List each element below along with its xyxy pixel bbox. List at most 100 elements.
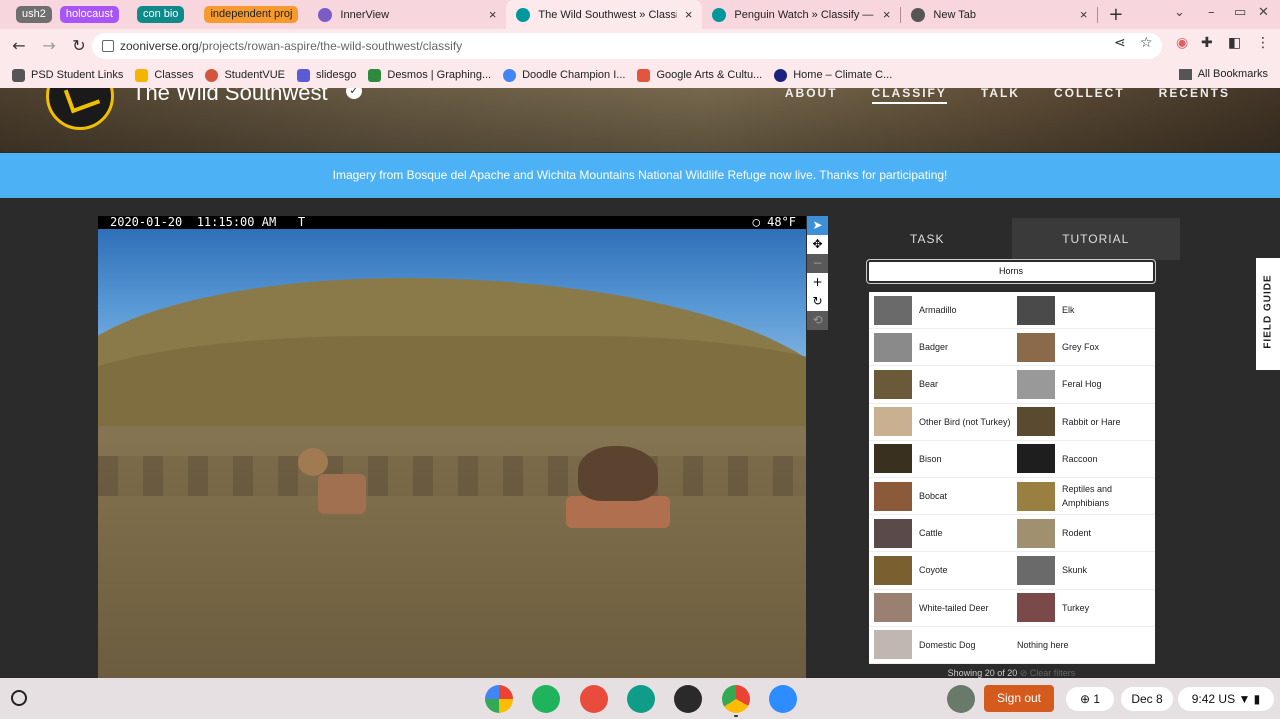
bookmark-classes[interactable]: Classes [135, 68, 193, 82]
bookmark-doodle-champion[interactable]: Doodle Champion I... [503, 68, 625, 82]
nav-recents[interactable]: RECENTS [1159, 88, 1230, 104]
choice-badger[interactable]: Badger [869, 329, 1012, 367]
tab-close-icon[interactable]: × [883, 7, 891, 22]
page-content: The Wild Southwest ✓ ABOUT CLASSIFY TALK… [0, 88, 1280, 678]
site-info-icon[interactable] [102, 40, 114, 52]
choice-raccoon[interactable]: Raccoon [1012, 441, 1155, 478]
tab-innerview[interactable]: InnerView × [308, 0, 506, 29]
tab-group-con-bio[interactable]: con bio [136, 6, 185, 23]
choice-rabbit-or-hare[interactable]: Rabbit or Hare [1012, 404, 1155, 441]
tab-title: New Tab [933, 8, 977, 21]
bookmark-slidesgo[interactable]: slidesgo [297, 68, 356, 82]
tab-close-icon[interactable]: × [1080, 7, 1088, 22]
choice-other-bird[interactable]: Other Bird (not Turkey) [869, 404, 1012, 441]
pan-tool-icon[interactable]: ✥ [807, 235, 828, 254]
choice-nothing-here[interactable]: Nothing here [1012, 627, 1155, 664]
choice-label: Grey Fox [1062, 342, 1100, 353]
browser-toolbar: ← → ↻ zooniverse.org/projects/rowan-aspi… [0, 29, 1280, 62]
choice-domestic-dog[interactable]: Domestic Dog [869, 627, 1012, 664]
choice-turkey[interactable]: Turkey [1012, 590, 1155, 627]
tab-tutorial[interactable]: TUTORIAL [1011, 218, 1180, 260]
tab-close-icon[interactable]: × [489, 7, 497, 22]
choice-skunk[interactable]: Skunk [1012, 552, 1155, 590]
url-domain: zooniverse.org [120, 39, 199, 53]
bookmark-google-arts[interactable]: Google Arts & Cultu... [637, 68, 762, 82]
bookmark-desmos[interactable]: Desmos | Graphing... [368, 68, 491, 82]
choice-thumbnail [874, 444, 912, 474]
paint-app-icon[interactable] [580, 685, 608, 713]
choice-bear[interactable]: Bear [869, 366, 1012, 404]
field-guide-tab[interactable]: FIELD GUIDE [1256, 258, 1280, 370]
choice-cattle[interactable]: Cattle [869, 515, 1012, 553]
choice-armadillo[interactable]: Armadillo [869, 292, 1012, 330]
minimize-icon[interactable]: – [1208, 5, 1215, 20]
choice-coyote[interactable]: Coyote [869, 552, 1012, 590]
filter-horns-button[interactable]: Horns [866, 259, 1156, 284]
notification-tray[interactable]: ⊕ 1 [1066, 687, 1114, 711]
pointer-tool-icon[interactable]: ➤ [807, 216, 828, 235]
reset-icon[interactable]: ⟲ [807, 311, 828, 330]
photos-app-icon[interactable] [485, 685, 513, 713]
choice-thumbnail [874, 295, 912, 325]
close-window-icon[interactable]: ✕ [1258, 5, 1269, 20]
bookmark-star-icon[interactable]: ☆ [1140, 35, 1153, 51]
nav-about[interactable]: ABOUT [785, 88, 838, 104]
tab-close-icon[interactable]: × [685, 7, 693, 22]
choice-elk[interactable]: Elk [1012, 292, 1155, 330]
tab-penguin-watch[interactable]: Penguin Watch » Classify — Zo × [702, 0, 900, 29]
classes-icon [135, 68, 149, 82]
side-panel-icon[interactable]: ◧ [1228, 35, 1241, 51]
field-guide-label: FIELD GUIDE [1262, 274, 1274, 349]
extension-icon[interactable]: ◉ [1176, 35, 1188, 51]
zoom-out-icon[interactable]: − [807, 254, 828, 273]
address-bar[interactable]: zooniverse.org/projects/rowan-aspire/the… [92, 33, 1162, 59]
menu-icon[interactable]: ⋮ [1256, 35, 1270, 51]
tab-group-holocaust[interactable]: holocaust [59, 6, 119, 23]
zoom-app-icon[interactable] [769, 685, 797, 713]
arrow-app-icon[interactable] [532, 685, 560, 713]
new-tab-icon[interactable]: + [1108, 4, 1123, 25]
choice-white-tailed-deer[interactable]: White-tailed Deer [869, 590, 1012, 627]
sign-out-button[interactable]: Sign out [984, 685, 1054, 712]
avatar[interactable] [947, 685, 975, 713]
choice-bobcat[interactable]: Bobcat [869, 478, 1012, 516]
all-bookmarks[interactable]: All Bookmarks [1178, 68, 1268, 80]
choice-grey-fox[interactable]: Grey Fox [1012, 329, 1155, 367]
classroom-app-icon[interactable] [627, 685, 655, 713]
bookmark-psd-student-links[interactable]: PSD Student Links [12, 68, 123, 82]
back-icon[interactable]: ← [6, 36, 32, 55]
project-title[interactable]: The Wild Southwest [132, 88, 328, 106]
tab-new-tab[interactable]: New Tab × [901, 0, 1097, 29]
bookmark-studentvue[interactable]: StudentVUE [205, 68, 285, 82]
nav-classify[interactable]: CLASSIFY [871, 88, 947, 104]
forward-icon[interactable]: → [36, 36, 62, 55]
tab-task[interactable]: TASK [843, 218, 1012, 260]
nav-collect[interactable]: COLLECT [1054, 88, 1125, 104]
share-icon[interactable]: ⋖ [1114, 35, 1126, 51]
reload-icon[interactable]: ↻ [66, 36, 92, 55]
task-panel: TASK TUTORIAL Horns Armadillo Elk Badger… [843, 218, 1180, 678]
status-tray[interactable]: 9:42 US ▼ ▮ [1178, 687, 1274, 711]
choice-bison[interactable]: Bison [869, 441, 1012, 478]
extensions-puzzle-icon[interactable]: ✚ [1201, 35, 1213, 51]
date-tray[interactable]: Dec 8 [1121, 687, 1173, 711]
clear-filters-link[interactable]: ⊘ Clear filters [1020, 668, 1076, 678]
tab-title: Penguin Watch » Classify — Zo [734, 8, 875, 21]
nav-talk[interactable]: TALK [981, 88, 1020, 104]
tab-wild-southwest[interactable]: The Wild Southwest » Classify × [506, 0, 703, 29]
zoom-in-icon[interactable]: + [807, 273, 828, 292]
choice-reptiles-and-amphibians[interactable]: Reptiles and Amphibians [1012, 478, 1155, 516]
tab-group-independent-proj[interactable]: independent proj [204, 6, 299, 23]
rotate-icon[interactable]: ↻ [807, 292, 828, 311]
choice-thumbnail [1017, 555, 1055, 585]
launcher-icon[interactable] [11, 690, 27, 706]
choice-rodent[interactable]: Rodent [1012, 515, 1155, 553]
calculator-app-icon[interactable] [674, 685, 702, 713]
bookmark-climate[interactable]: Home – Climate C... [774, 68, 892, 82]
tab-group-ush2[interactable]: ush2 [16, 6, 52, 23]
tab-search-icon[interactable]: ⌄ [1174, 5, 1185, 20]
subject-image[interactable]: 2020-01-20 11:15:00 AM T ◯ 48°F [98, 216, 806, 678]
maximize-icon[interactable]: ▭ [1234, 5, 1246, 20]
chrome-app-icon[interactable] [722, 685, 750, 717]
choice-feral-hog[interactable]: Feral Hog [1012, 366, 1155, 404]
